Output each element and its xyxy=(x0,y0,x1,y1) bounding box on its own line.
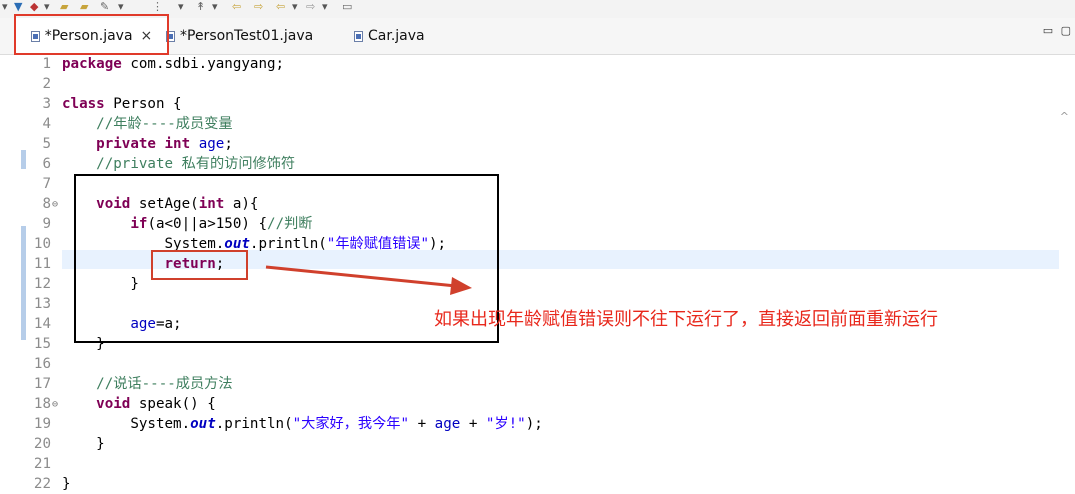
annotation-icon[interactable]: ⋮ xyxy=(152,0,163,14)
minimize-icon[interactable]: ▭ xyxy=(1043,24,1053,37)
java-file-icon xyxy=(354,30,363,42)
nav-forward-icon[interactable]: ⇨ xyxy=(306,0,315,14)
annotation-text: 如果出现年龄赋值错误则不往下运行了，直接返回前面重新运行 xyxy=(434,309,938,330)
pin-editor-icon[interactable]: ▭ xyxy=(342,0,352,14)
code-line[interactable]: 1 package com.sdbi.yangyang; xyxy=(0,55,1060,74)
line-number: 14 xyxy=(33,316,51,332)
dropdown-icon[interactable]: ▾ xyxy=(178,0,184,14)
dropdown-icon[interactable]: ▾ xyxy=(44,0,50,14)
code-text: //说话----成员方法 xyxy=(96,376,233,392)
code-line[interactable]: 16 xyxy=(0,355,1060,374)
code-line[interactable]: 3 class Person { xyxy=(0,95,1060,114)
prev-annotation-icon[interactable]: ↟ xyxy=(196,0,205,14)
line-number: 1 xyxy=(42,56,51,72)
build-icon[interactable]: ◆ xyxy=(30,0,38,14)
tab-car-java[interactable]: Car.java xyxy=(354,18,425,54)
dropdown-icon[interactable]: ▾ xyxy=(292,0,298,14)
open-type-icon[interactable]: ▰ xyxy=(80,0,88,14)
line-number: 18 xyxy=(33,396,51,412)
code-text: //private 私有的访问修饰符 xyxy=(96,156,296,172)
run-icon[interactable]: ▼ xyxy=(14,0,22,14)
forward-icon[interactable]: ⇨ xyxy=(254,0,263,14)
code-line[interactable]: 6 //private 私有的访问修饰符 xyxy=(0,155,1060,174)
tab-highlight-box xyxy=(14,14,169,55)
line-number: 15 xyxy=(33,336,51,352)
dropdown-icon[interactable]: ▾ xyxy=(212,0,218,14)
fold-icon[interactable]: ⊖ xyxy=(52,195,58,214)
back-icon[interactable]: ⇦ xyxy=(232,0,241,14)
line-number: 5 xyxy=(42,136,51,152)
code-text: private int age; xyxy=(96,136,233,152)
code-text: void speak() { xyxy=(96,396,216,412)
toolbar-sep: ▾ xyxy=(2,0,8,13)
line-number: 13 xyxy=(33,296,51,312)
line-number: 8 xyxy=(42,196,51,212)
tab-persontest01-java[interactable]: *PersonTest01.java xyxy=(166,18,313,54)
line-number: 17 xyxy=(33,376,51,392)
code-line[interactable]: 4 //年龄----成员变量 xyxy=(0,115,1060,134)
line-number: 4 xyxy=(42,116,51,132)
line-number: 6 xyxy=(42,156,51,172)
code-text: class Person { xyxy=(62,96,182,112)
code-text: System.out.println("大家好，我今年" + age + "岁!… xyxy=(62,416,543,432)
line-number: 9 xyxy=(42,216,51,232)
code-text: //年龄----成员变量 xyxy=(96,116,233,132)
line-number: 11 xyxy=(33,256,51,272)
dropdown-icon[interactable]: ▾ xyxy=(118,0,124,14)
code-line[interactable]: 19 System.out.println("大家好，我今年" + age + … xyxy=(0,415,1060,434)
tab-label: *PersonTest01.java xyxy=(180,28,314,44)
line-number: 22 xyxy=(33,476,51,492)
code-line[interactable]: 5 private int age; xyxy=(0,135,1060,154)
fold-icon[interactable]: ⊖ xyxy=(52,395,58,414)
line-number: 21 xyxy=(33,456,51,472)
line-number: 2 xyxy=(42,76,51,92)
code-line[interactable]: 20 } xyxy=(0,435,1060,454)
wrench-icon[interactable]: ✎ xyxy=(100,0,109,14)
line-number: 10 xyxy=(33,236,51,252)
line-number: 3 xyxy=(42,96,51,112)
code-line[interactable]: 22} xyxy=(0,475,1060,494)
line-number: 20 xyxy=(33,436,51,452)
line-number: 12 xyxy=(33,276,51,292)
scroll-up-icon[interactable]: ^ xyxy=(1060,110,1069,123)
code-text: } xyxy=(62,476,71,492)
code-text: } xyxy=(62,436,105,452)
code-line[interactable]: 17 //说话----成员方法 xyxy=(0,375,1060,394)
code-line[interactable]: 21 xyxy=(0,455,1060,474)
return-highlight-box xyxy=(151,250,248,280)
code-line[interactable]: 2 xyxy=(0,75,1060,94)
line-number: 19 xyxy=(33,416,51,432)
nav-back-icon[interactable]: ⇦ xyxy=(276,0,285,14)
code-line[interactable]: 18 ⊖ void speak() { xyxy=(0,395,1060,414)
maximize-icon[interactable]: ▢ xyxy=(1061,24,1071,37)
code-text: package com.sdbi.yangyang; xyxy=(62,56,285,72)
line-number: 7 xyxy=(42,176,51,192)
window-controls: ▭ ▢ xyxy=(1043,24,1071,37)
dropdown-icon[interactable]: ▾ xyxy=(322,0,328,14)
line-number: 16 xyxy=(33,356,51,372)
tab-label: Car.java xyxy=(368,28,425,44)
open-folder-icon[interactable]: ▰ xyxy=(60,0,68,14)
